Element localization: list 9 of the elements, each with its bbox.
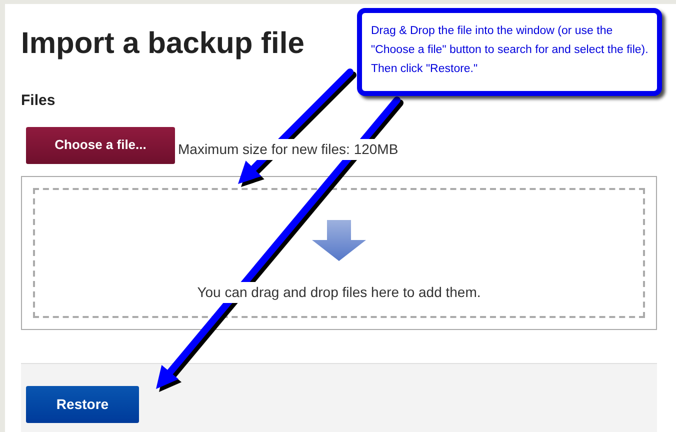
dropzone[interactable]: You can drag and drop files here to add them. <box>21 176 657 330</box>
files-label: Files <box>21 91 56 111</box>
page-title: Import a backup file <box>21 26 304 62</box>
dropzone-message: You can drag and drop files here to add them. <box>197 282 481 302</box>
max-size-note: Maximum size for new files: 120MB <box>178 138 398 160</box>
down-arrow-icon <box>311 220 367 262</box>
choose-file-button[interactable]: Choose a file... <box>26 126 175 164</box>
callout-text: Drag & Drop the file into the window (or use the "Choose a file" button to search for and select the file). Then click "Restore." <box>371 24 650 77</box>
restore-button[interactable]: Restore <box>26 386 139 422</box>
